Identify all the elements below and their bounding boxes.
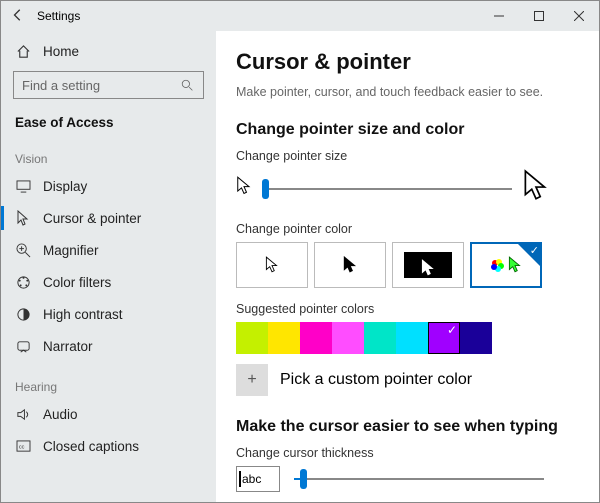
pointer-size-min-icon xyxy=(236,176,252,201)
closed-captions-icon: cc xyxy=(15,438,31,454)
color-wheel-icon xyxy=(490,257,506,273)
section-size-color: Change pointer size and color xyxy=(236,121,579,139)
magnifier-icon xyxy=(15,242,31,258)
pointer-color-inverted[interactable] xyxy=(392,242,464,288)
color-swatch[interactable] xyxy=(300,322,332,354)
nav-narrator[interactable]: Narrator xyxy=(1,330,216,362)
category-title: Ease of Access xyxy=(1,105,216,148)
cursor-thickness-slider[interactable] xyxy=(294,467,544,491)
section-cursor-typing: Make the cursor easier to see when typin… xyxy=(236,418,579,436)
plus-icon: + xyxy=(236,364,268,396)
pointer-color-white[interactable] xyxy=(236,242,308,288)
minimize-button[interactable] xyxy=(479,1,519,31)
search-input[interactable]: Find a setting xyxy=(13,71,204,99)
suggested-colors xyxy=(236,322,579,354)
cursor-thickness-preview: abc xyxy=(236,466,280,492)
search-icon xyxy=(179,77,195,93)
back-button[interactable] xyxy=(1,8,35,25)
titlebar: Settings xyxy=(1,1,599,31)
nav-cursor-pointer[interactable]: Cursor & pointer xyxy=(1,202,216,234)
nav-closed-captions[interactable]: cc Closed captions xyxy=(1,430,216,462)
pointer-size-slider[interactable] xyxy=(262,177,512,201)
nav-magnifier[interactable]: Magnifier xyxy=(1,234,216,266)
color-swatch[interactable] xyxy=(460,322,492,354)
narrator-icon xyxy=(15,338,31,354)
group-label-hearing: Hearing xyxy=(1,376,216,398)
color-filters-icon xyxy=(15,274,31,290)
color-swatch[interactable] xyxy=(268,322,300,354)
page-title: Cursor & pointer xyxy=(236,49,579,75)
color-swatch[interactable] xyxy=(364,322,396,354)
pointer-size-label: Change pointer size xyxy=(236,149,579,163)
main-panel: Cursor & pointer Make pointer, cursor, a… xyxy=(216,31,599,502)
suggested-colors-label: Suggested pointer colors xyxy=(236,302,579,316)
nav-high-contrast[interactable]: High contrast xyxy=(1,298,216,330)
selected-check-icon xyxy=(518,244,540,266)
search-placeholder: Find a setting xyxy=(22,78,100,93)
pick-custom-color[interactable]: + Pick a custom pointer color xyxy=(236,364,579,396)
pointer-size-max-icon xyxy=(522,169,550,208)
page-subtitle: Make pointer, cursor, and touch feedback… xyxy=(236,85,579,99)
display-icon xyxy=(15,178,31,194)
window-title: Settings xyxy=(35,9,479,23)
nav-color-filters[interactable]: Color filters xyxy=(1,266,216,298)
close-button[interactable] xyxy=(559,1,599,31)
home-icon xyxy=(15,43,31,59)
pointer-color-black[interactable] xyxy=(314,242,386,288)
nav-display[interactable]: Display xyxy=(1,170,216,202)
svg-text:cc: cc xyxy=(18,444,24,450)
maximize-button[interactable] xyxy=(519,1,559,31)
color-swatch[interactable] xyxy=(396,322,428,354)
group-label-vision: Vision xyxy=(1,148,216,170)
color-swatch[interactable] xyxy=(236,322,268,354)
pointer-color-custom[interactable] xyxy=(470,242,542,288)
home-label: Home xyxy=(43,44,79,59)
home-link[interactable]: Home xyxy=(1,37,216,65)
high-contrast-icon xyxy=(15,306,31,322)
nav-audio[interactable]: Audio xyxy=(1,398,216,430)
audio-icon xyxy=(15,406,31,422)
cursor-thickness-label: Change cursor thickness xyxy=(236,446,579,460)
sidebar: Home Find a setting Ease of Access Visio… xyxy=(1,31,216,502)
color-swatch[interactable] xyxy=(332,322,364,354)
pointer-color-label: Change pointer color xyxy=(236,222,579,236)
cursor-icon xyxy=(15,210,31,226)
color-swatch[interactable] xyxy=(428,322,460,354)
